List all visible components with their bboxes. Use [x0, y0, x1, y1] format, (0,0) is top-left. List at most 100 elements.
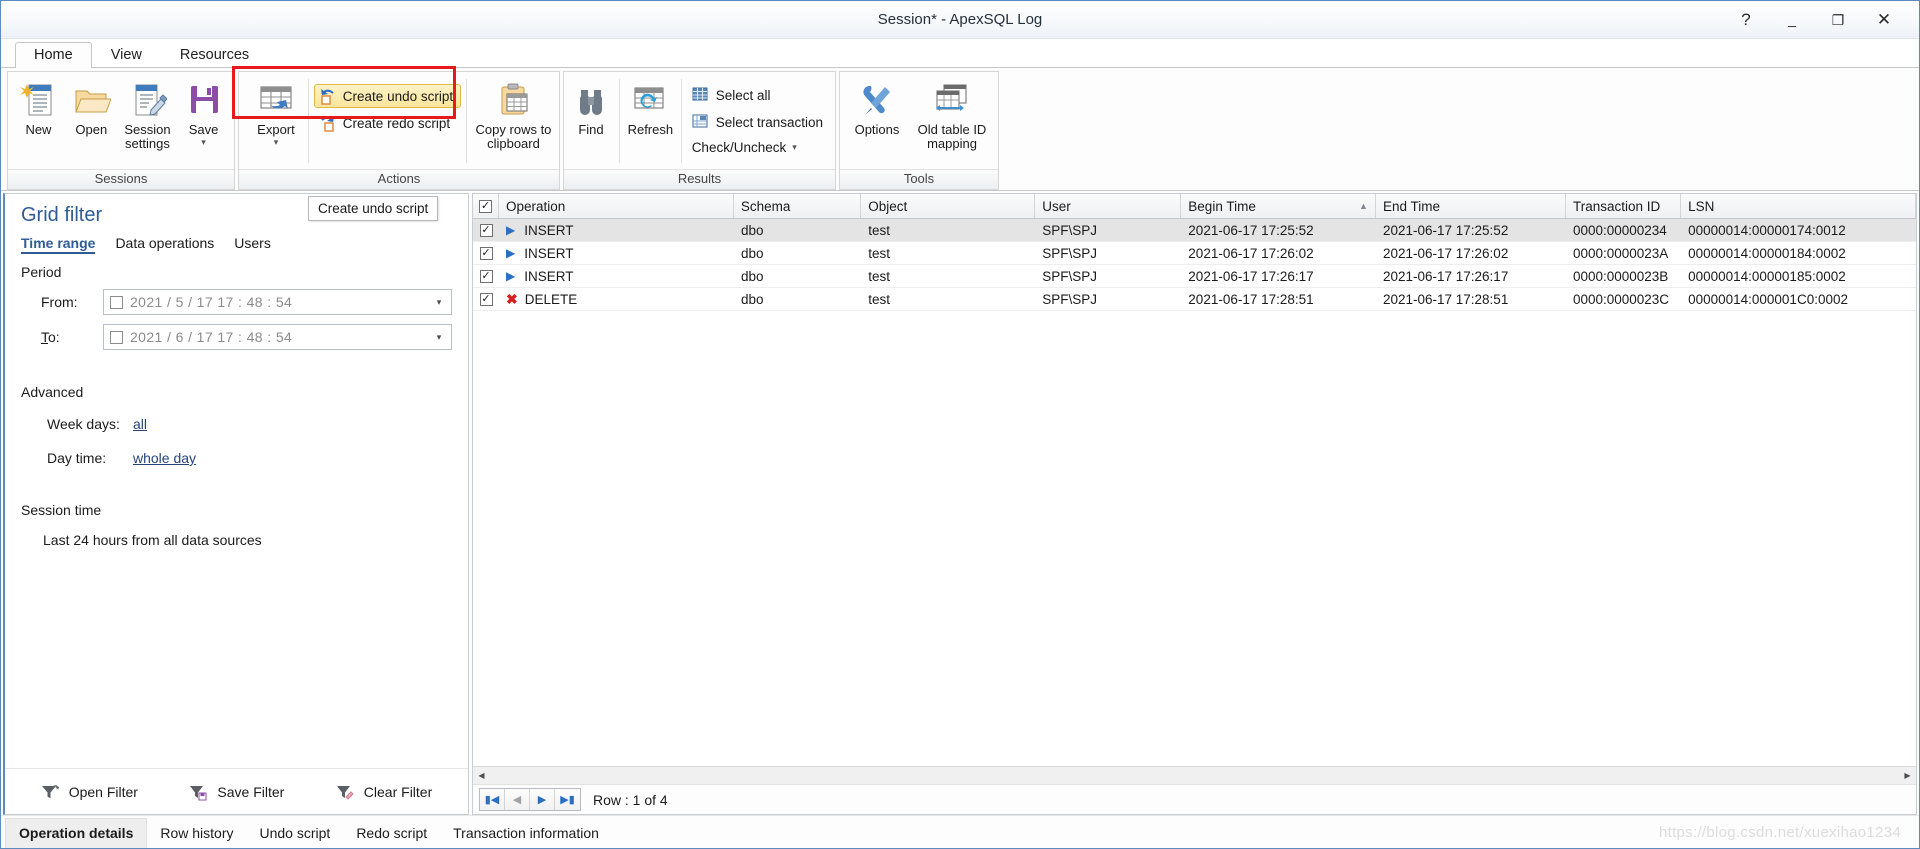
grid-header-object[interactable]: Object	[861, 194, 1036, 218]
previous-record-button[interactable]: ◀	[505, 789, 530, 810]
select-all-button[interactable]: Select all	[687, 83, 831, 107]
cell-begin-time: 2021-06-17 17:25:52	[1188, 222, 1314, 238]
new-session-button[interactable]: New	[12, 76, 65, 138]
save-dropdown-arrow[interactable]: ▾	[201, 138, 206, 147]
options-button[interactable]: Options	[844, 76, 910, 138]
save-session-button[interactable]: Save ▾	[177, 76, 230, 148]
clear-filter-button[interactable]: Clear Filter	[327, 778, 441, 806]
tab-row-history[interactable]: Row history	[147, 819, 246, 848]
from-dropdown-arrow[interactable]: ▾	[429, 290, 449, 314]
find-button[interactable]: Find	[568, 76, 614, 138]
filter-tab-data-operations[interactable]: Data operations	[115, 235, 214, 251]
to-datetime-picker[interactable]: 2021 / 6 / 17 17 : 48 : 54 ▾	[103, 324, 452, 350]
table-row[interactable]: ✓ ▶ INSERT dbo test SPF\SPJ 2021-06-17 1…	[473, 242, 1916, 265]
row-checkbox-cell[interactable]: ✓	[473, 288, 499, 310]
scrollbar-track[interactable]	[490, 767, 1899, 784]
save-filter-button[interactable]: Save Filter	[180, 778, 293, 806]
cell-user: SPF\SPJ	[1042, 268, 1098, 284]
day-time-value-link[interactable]: whole day	[133, 450, 196, 466]
row-checkbox[interactable]: ✓	[479, 246, 493, 260]
week-days-value-link[interactable]: all	[133, 416, 147, 432]
filter-tab-users[interactable]: Users	[234, 235, 271, 251]
to-enable-checkbox[interactable]	[110, 330, 123, 344]
export-button[interactable]: Export ▾	[249, 76, 303, 148]
filter-tab-time-range[interactable]: Time range	[21, 235, 96, 254]
minimize-button[interactable]: –	[1771, 5, 1813, 35]
tab-transaction-information[interactable]: Transaction information	[440, 819, 612, 848]
results-divider-1	[619, 79, 620, 163]
week-days-label: Week days:	[47, 416, 120, 432]
session-time-value: Last 24 hours from all data sources	[43, 532, 262, 548]
from-enable-checkbox[interactable]	[110, 295, 123, 309]
refresh-label: Refresh	[627, 122, 674, 137]
day-time-label: Day time:	[47, 450, 107, 466]
scroll-left-icon[interactable]: ◀	[473, 767, 490, 784]
row-checkbox[interactable]: ✓	[479, 269, 493, 283]
cell-transaction-id: 0000:00000234	[1572, 222, 1667, 238]
refresh-button[interactable]: Refresh	[625, 76, 677, 138]
maximize-button[interactable]: ❐	[1817, 5, 1859, 35]
cell-begin-time: 2021-06-17 17:28:51	[1188, 291, 1314, 307]
row-checkbox[interactable]: ✓	[479, 292, 493, 306]
grid-header-row: ✓ Operation Schema Object User Begin Tim…	[473, 194, 1916, 219]
open-filter-button[interactable]: Open Filter	[32, 778, 147, 806]
grid-header-user[interactable]: User	[1035, 194, 1182, 218]
from-datetime-picker[interactable]: 2021 / 5 / 17 17 : 48 : 54 ▾	[103, 289, 452, 315]
row-checkbox-cell[interactable]: ✓	[473, 219, 499, 241]
grid-header-begin-time[interactable]: Begin Time ▲	[1181, 194, 1376, 218]
grid-header-operation[interactable]: Operation	[499, 194, 734, 218]
help-button[interactable]: ?	[1725, 5, 1767, 35]
clipboard-icon	[493, 80, 533, 120]
open-session-button[interactable]: Open	[65, 76, 118, 138]
tab-undo-script[interactable]: Undo script	[247, 819, 344, 848]
tab-redo-script[interactable]: Redo script	[343, 819, 440, 848]
find-label: Find	[578, 122, 604, 137]
ribbon-tab-home[interactable]: Home	[15, 42, 92, 68]
grid-header-transaction-id[interactable]: Transaction ID	[1566, 194, 1682, 218]
ribbon-tab-view[interactable]: View	[92, 42, 161, 68]
select-all-checkbox[interactable]: ✓	[479, 199, 492, 213]
next-record-button[interactable]: ▶	[530, 789, 555, 810]
operation-text: INSERT	[524, 222, 574, 238]
table-id-mapping-icon	[932, 80, 972, 120]
ribbon-tab-resources[interactable]: Resources	[161, 42, 268, 68]
last-record-button[interactable]: ▶▮	[555, 789, 580, 810]
create-undo-script-button[interactable]: Create undo script	[313, 84, 462, 108]
cell-begin-time: 2021-06-17 17:26:02	[1188, 245, 1314, 261]
cell-lsn: 00000014:000001C0:0002	[1688, 291, 1848, 307]
first-record-button[interactable]: ▮◀	[480, 789, 505, 810]
grid-header-checkbox-cell[interactable]: ✓	[473, 194, 499, 218]
grid-header-schema[interactable]: Schema	[734, 194, 862, 218]
copy-rows-to-clipboard-button[interactable]: Copy rows to clipboard	[472, 76, 555, 152]
session-settings-button[interactable]: Session settings	[118, 76, 177, 152]
close-button[interactable]: ✕	[1863, 5, 1905, 35]
open-folder-icon	[71, 80, 113, 120]
tab-operation-details[interactable]: Operation details	[5, 818, 148, 848]
results-grid: ✓ Operation Schema Object User Begin Tim…	[472, 193, 1917, 815]
cell-begin-time: 2021-06-17 17:26:17	[1188, 268, 1314, 284]
new-session-label: New	[25, 122, 52, 137]
export-dropdown-arrow[interactable]: ▾	[274, 138, 279, 147]
actions-divider-2	[466, 79, 467, 163]
row-checkbox-cell[interactable]: ✓	[473, 265, 499, 287]
create-redo-script-button[interactable]: Create redo script	[314, 111, 461, 135]
clear-filter-label: Clear Filter	[363, 783, 433, 800]
check-uncheck-dropdown-arrow[interactable]: ▾	[792, 142, 797, 153]
sort-ascending-icon: ▲	[1359, 201, 1368, 211]
row-checkbox-cell[interactable]: ✓	[473, 242, 499, 264]
table-row[interactable]: ✓ ✖ DELETE dbo test SPF\SPJ 2021-06-17 1…	[473, 288, 1916, 311]
period-heading: Period	[21, 264, 62, 280]
select-transaction-button[interactable]: Select transaction	[687, 110, 831, 134]
apexsql-log-window: Session* - ApexSQL Log ? – ❐ ✕ Home View…	[0, 0, 1920, 849]
grid-header-lsn[interactable]: LSN	[1681, 194, 1916, 218]
row-checkbox[interactable]: ✓	[479, 223, 493, 237]
scroll-right-icon[interactable]: ▶	[1899, 767, 1916, 784]
minimize-icon: –	[1788, 16, 1796, 33]
to-dropdown-arrow[interactable]: ▾	[429, 325, 449, 349]
old-table-id-mapping-button[interactable]: Old table ID mapping	[910, 76, 994, 152]
table-row[interactable]: ✓ ▶ INSERT dbo test SPF\SPJ 2021-06-17 1…	[473, 265, 1916, 288]
check-uncheck-button[interactable]: Check/Uncheck ▾	[687, 137, 831, 158]
grid-horizontal-scrollbar[interactable]: ◀ ▶	[473, 766, 1916, 784]
grid-header-end-time[interactable]: End Time	[1376, 194, 1566, 218]
table-row[interactable]: ✓ ▶ INSERT dbo test SPF\SPJ 2021-06-17 1…	[473, 219, 1916, 242]
